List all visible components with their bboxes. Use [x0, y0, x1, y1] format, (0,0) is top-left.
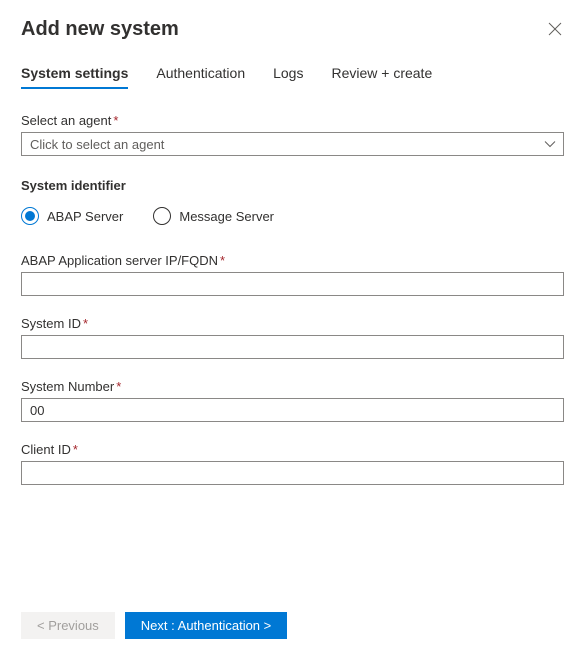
tab-review-create[interactable]: Review + create — [331, 65, 432, 89]
select-agent-label: Select an agent* — [21, 113, 564, 128]
system-identifier-radio-group: ABAP Server Message Server — [21, 207, 564, 225]
client-id-input[interactable] — [21, 461, 564, 485]
radio-abap-label: ABAP Server — [47, 209, 123, 224]
system-id-input[interactable] — [21, 335, 564, 359]
radio-abap-server[interactable]: ABAP Server — [21, 207, 123, 225]
tab-system-settings[interactable]: System settings — [21, 65, 128, 89]
radio-message-server[interactable]: Message Server — [153, 207, 274, 225]
select-agent-dropdown[interactable]: Click to select an agent — [21, 132, 564, 156]
radio-icon — [153, 207, 171, 225]
abap-server-label: ABAP Application server IP/FQDN* — [21, 253, 564, 268]
select-agent-placeholder: Click to select an agent — [30, 137, 164, 152]
close-icon[interactable] — [548, 22, 564, 38]
system-number-label: System Number* — [21, 379, 564, 394]
radio-icon — [21, 207, 39, 225]
radio-message-label: Message Server — [179, 209, 274, 224]
system-identifier-heading: System identifier — [21, 178, 564, 193]
page-title: Add new system — [21, 18, 179, 41]
client-id-label: Client ID* — [21, 442, 564, 457]
abap-server-input[interactable] — [21, 272, 564, 296]
system-id-label: System ID* — [21, 316, 564, 331]
system-number-input[interactable] — [21, 398, 564, 422]
next-button[interactable]: Next : Authentication > — [125, 612, 287, 639]
footer-buttons: < Previous Next : Authentication > — [21, 612, 287, 639]
tab-bar: System settings Authentication Logs Revi… — [21, 65, 564, 89]
tab-logs[interactable]: Logs — [273, 65, 303, 89]
previous-button: < Previous — [21, 612, 115, 639]
tab-authentication[interactable]: Authentication — [156, 65, 245, 89]
